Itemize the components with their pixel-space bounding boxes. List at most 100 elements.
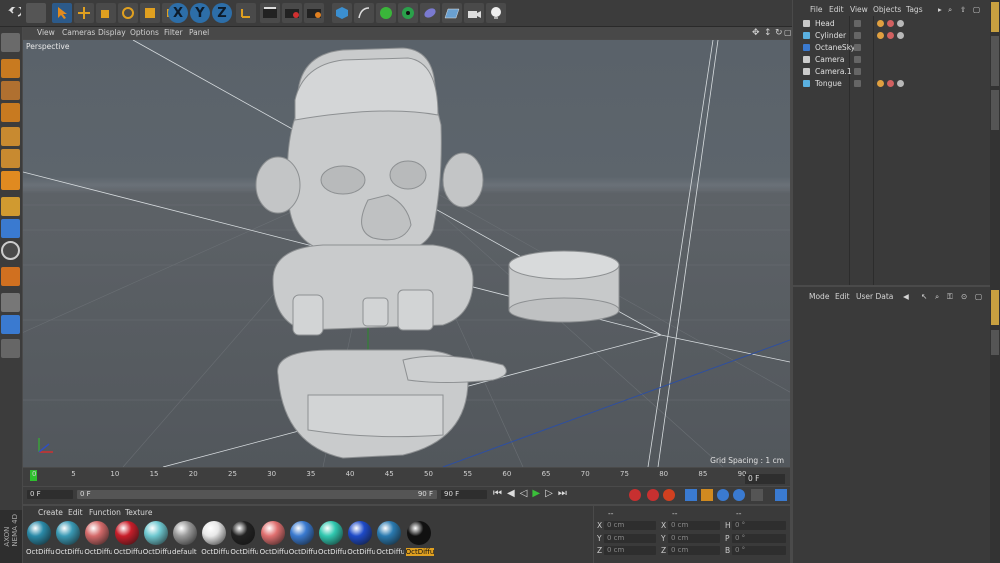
object-name[interactable]: Camera (815, 55, 844, 64)
model-mode-icon[interactable] (1, 59, 20, 78)
enable-axis-icon[interactable] (1, 197, 20, 216)
material-tag-icon[interactable] (877, 20, 884, 27)
attributes-tab[interactable] (991, 290, 999, 325)
point-level-key-icon[interactable] (751, 489, 763, 501)
start-frame-field[interactable]: 0 F (27, 490, 73, 499)
rotation-field[interactable]: 0 ° (732, 533, 786, 543)
rotate-icon[interactable] (118, 3, 138, 23)
x-axis-lock-button[interactable]: X (168, 3, 188, 23)
position-field[interactable]: 0 cm (604, 521, 656, 530)
material-swatch[interactable] (377, 521, 402, 545)
redo-icon[interactable] (26, 3, 46, 23)
am-search-icon[interactable]: ⌕ (935, 292, 939, 302)
size-field[interactable]: 0 cm (668, 533, 720, 543)
material-menu-texture[interactable]: Texture (125, 508, 152, 517)
visibility-toggle-icon[interactable] (854, 44, 861, 51)
material-tag-icon[interactable] (877, 80, 884, 87)
am-up-icon[interactable]: ↖ (921, 292, 927, 301)
material-tag-icon[interactable] (887, 80, 894, 87)
undo-icon[interactable] (4, 3, 24, 23)
deformer-icon[interactable] (420, 3, 440, 23)
layers-tab[interactable] (991, 330, 999, 355)
viewport-menu-cameras[interactable]: Cameras (62, 28, 95, 37)
viewport-zoom-icon[interactable]: ↕ (764, 28, 772, 38)
scale-key-icon[interactable] (701, 489, 713, 501)
polygons-mode-icon[interactable] (1, 171, 20, 190)
om-maximize-icon[interactable]: ▢ (973, 5, 980, 14)
current-frame-field[interactable]: 0 F (745, 474, 785, 484)
next-keyframe-icon[interactable]: ▷ (545, 488, 558, 499)
cube-icon[interactable] (332, 3, 352, 23)
am-lock-icon[interactable]: ⚿ (947, 292, 953, 302)
objects-tab[interactable] (991, 2, 999, 32)
material-tag-icon[interactable] (887, 20, 894, 27)
array-icon[interactable] (398, 3, 418, 23)
camera-icon[interactable] (464, 3, 484, 23)
om-search-icon[interactable]: ⌕ (948, 5, 952, 15)
frame-range-slider[interactable]: 0 F 90 F (77, 490, 437, 499)
am-menu-mode[interactable]: Mode (809, 292, 829, 301)
material-tag-icon[interactable] (897, 80, 904, 87)
parameter-key-icon[interactable] (733, 489, 745, 501)
size-field[interactable]: 0 cm (668, 546, 720, 555)
z-axis-lock-button[interactable]: Z (212, 3, 232, 23)
render-view-icon[interactable] (260, 3, 280, 23)
visibility-toggle-icon[interactable] (854, 56, 861, 63)
object-name[interactable]: Head (815, 19, 835, 28)
object-row[interactable]: Cylinder (793, 30, 990, 42)
go-to-start-icon[interactable]: ⏮ (493, 488, 507, 499)
object-row[interactable]: Tongue (793, 78, 990, 90)
content-browser-tab[interactable] (991, 36, 999, 86)
rotation-key-icon[interactable] (717, 489, 729, 501)
make-editable-icon[interactable] (1, 33, 20, 52)
world-coordinates-icon[interactable] (236, 3, 256, 23)
material-swatch[interactable] (289, 521, 314, 545)
am-menu-user-data[interactable]: User Data (856, 292, 893, 301)
material-swatch[interactable] (406, 521, 431, 545)
material-menu-edit[interactable]: Edit (68, 508, 83, 517)
viewport-menu-options[interactable]: Options (130, 28, 159, 37)
snap-icon[interactable] (1, 241, 20, 260)
timeline-options-icon[interactable] (775, 489, 787, 501)
viewport-menu-display[interactable]: Display (98, 28, 126, 37)
workplane-mode-icon[interactable] (1, 103, 20, 122)
record-icon[interactable] (629, 489, 641, 501)
texture-mode-icon[interactable] (1, 81, 20, 100)
rotation-field[interactable]: 0 ° (732, 546, 786, 555)
recent-tool-icon[interactable] (140, 3, 160, 23)
workplane-icon[interactable] (1, 293, 20, 312)
rotation-field[interactable]: 0 ° (732, 521, 786, 530)
material-swatch[interactable] (114, 521, 139, 545)
material-swatch[interactable] (143, 521, 168, 545)
material-swatch[interactable] (85, 521, 110, 545)
tweak-mode-icon[interactable] (1, 219, 20, 238)
viewport-maximize-icon[interactable]: ▢ (784, 28, 792, 37)
light-icon[interactable] (486, 3, 506, 23)
move-icon[interactable] (74, 3, 94, 23)
om-menu-edit[interactable]: Edit (829, 5, 844, 14)
visibility-toggle-icon[interactable] (854, 80, 861, 87)
object-row[interactable]: Head (793, 18, 990, 30)
previous-keyframe-icon[interactable]: ◀ (507, 488, 520, 499)
object-row[interactable]: Camera (793, 54, 990, 66)
material-swatch[interactable] (231, 521, 256, 545)
am-maximize-icon[interactable]: ▢ (975, 292, 982, 301)
floor-icon[interactable] (442, 3, 462, 23)
position-key-icon[interactable] (685, 489, 697, 501)
object-name[interactable]: OctaneSky (815, 43, 855, 52)
autokey-icon[interactable] (647, 489, 659, 501)
om-up-icon[interactable]: ⇧ (960, 5, 966, 14)
edges-mode-icon[interactable] (1, 149, 20, 168)
am-new-icon[interactable]: ⊙ (961, 292, 967, 301)
material-tag-icon[interactable] (897, 32, 904, 39)
material-tag-icon[interactable] (877, 32, 884, 39)
visibility-toggle-icon[interactable] (854, 68, 861, 75)
perspective-viewport[interactable]: Perspective Grid Spacing: 1 cm (23, 40, 790, 467)
viewport-menu-view[interactable]: View (37, 28, 55, 37)
material-swatch[interactable] (56, 521, 81, 545)
viewport-move-icon[interactable]: ✥ (752, 28, 760, 38)
visibility-toggle-icon[interactable] (854, 20, 861, 27)
om-menu-file[interactable]: File (810, 5, 823, 14)
om-menu-view[interactable]: View (850, 5, 868, 14)
material-swatch[interactable] (202, 521, 227, 545)
